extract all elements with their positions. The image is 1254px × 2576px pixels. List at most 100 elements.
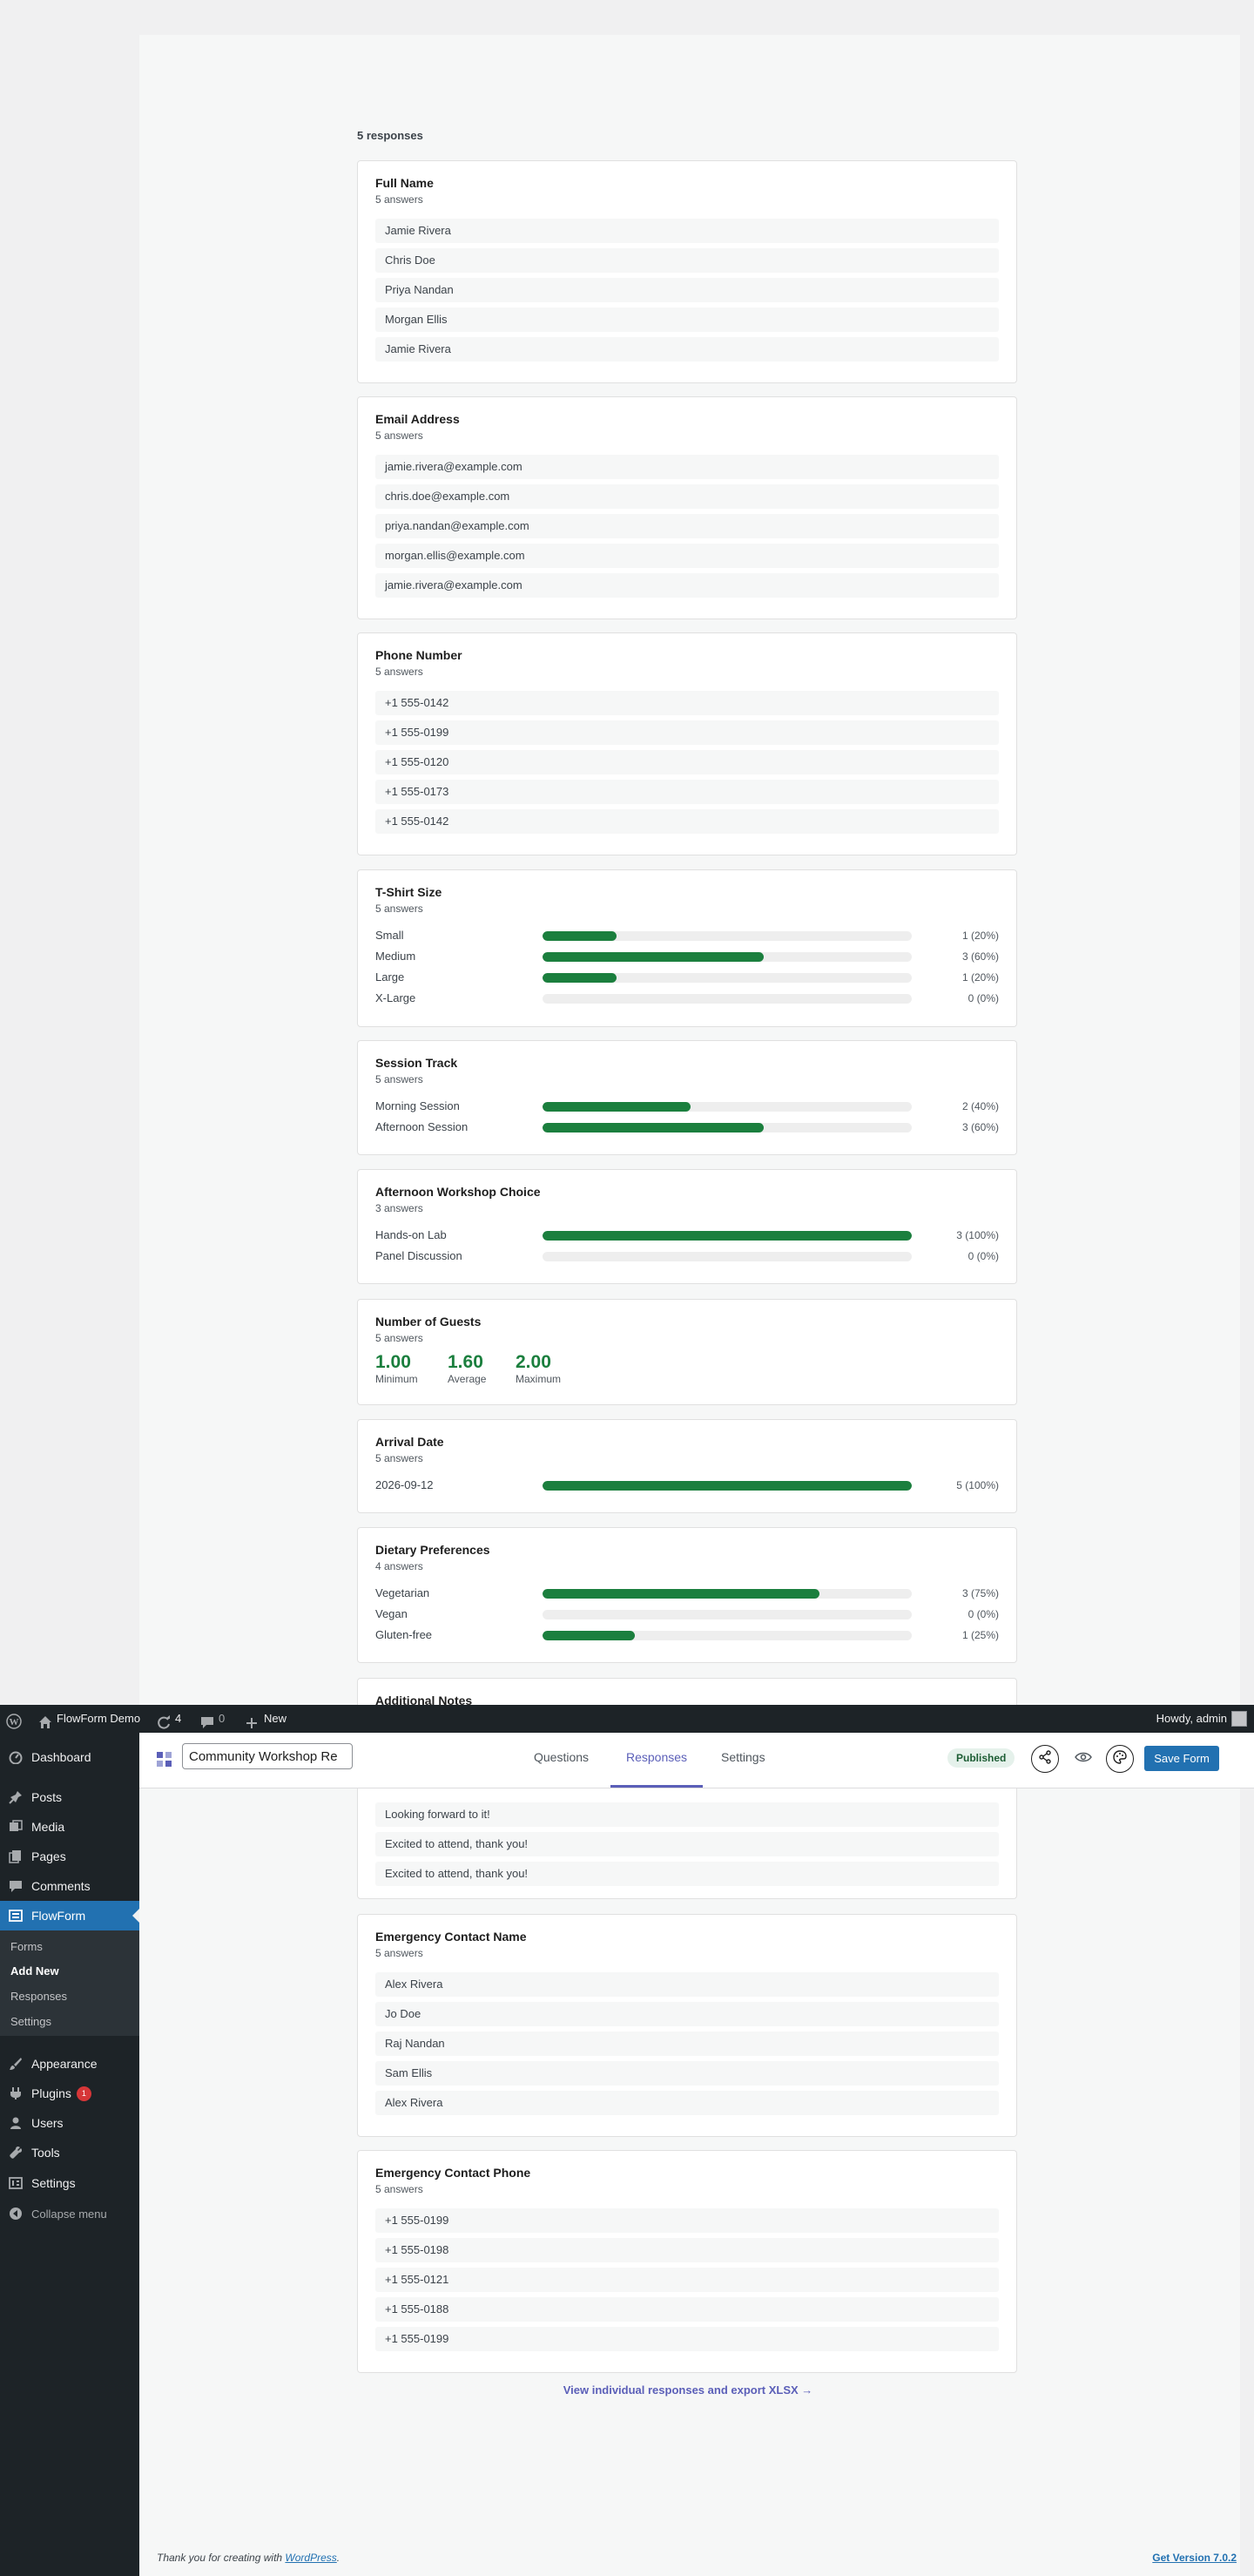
sidebar-item-posts[interactable]: Posts xyxy=(0,1782,139,1812)
form-icon xyxy=(7,1907,24,1924)
save-form-button[interactable]: Save Form xyxy=(1144,1746,1219,1771)
option-row: 2026-09-12 5 (100%) xyxy=(375,1477,999,1493)
answer-list: Looking forward to it! Excited to attend… xyxy=(375,1802,999,1891)
answer-item: Excited to attend, thank you! xyxy=(375,1832,999,1856)
option-row: Afternoon Session 3 (60%) xyxy=(375,1119,999,1135)
sidebar-item-media[interactable]: Media xyxy=(0,1812,139,1842)
wordpress-logo-menu[interactable]: W xyxy=(6,1705,22,1733)
sidebar-item-label: Tools xyxy=(31,2146,60,2160)
option-label: Small xyxy=(375,929,404,942)
updates-link[interactable]: 4 xyxy=(157,1705,181,1733)
submenu-settings[interactable]: Settings xyxy=(10,2015,51,2028)
stat-value: 1.00 xyxy=(375,1352,411,1372)
get-version-link[interactable]: Get Version 7.0.2 xyxy=(1152,2552,1237,2564)
updates-count: 4 xyxy=(175,1712,182,1725)
question-card-ec-name: Emergency Contact Name 5 answers Alex Ri… xyxy=(357,1914,1017,2137)
comment-bubble-icon xyxy=(200,1712,214,1728)
sidebar-item-label: FlowForm xyxy=(31,1909,86,1923)
form-title-input[interactable] xyxy=(182,1743,353,1769)
preview-button[interactable] xyxy=(1069,1745,1097,1773)
sidebar-item-settings[interactable]: Settings xyxy=(0,2168,139,2198)
tab-responses[interactable]: Responses xyxy=(610,1733,703,1788)
option-value: 2 (40%) xyxy=(961,1100,999,1112)
question-title: Email Address xyxy=(375,412,460,426)
stat-label: Average xyxy=(448,1373,487,1385)
submenu-add-new[interactable]: Add New xyxy=(10,1964,59,1978)
view-link-text[interactable]: View individual responses and export XLS… xyxy=(563,2383,813,2397)
answer-item: Looking forward to it! xyxy=(375,1802,999,1827)
style-button[interactable] xyxy=(1106,1745,1134,1773)
status-badge: Published xyxy=(947,1748,1015,1768)
sidebar-item-label: Collapse menu xyxy=(31,2207,107,2221)
footer-thanks-prefix: Thank you for creating with xyxy=(157,2552,283,2564)
answer-item: Jamie Rivera xyxy=(375,337,999,362)
my-account-menu[interactable]: Howdy, admin xyxy=(1156,1705,1247,1733)
option-label: Hands-on Lab xyxy=(375,1228,447,1241)
question-card-arrival: Arrival Date 5 answers 2026-09-12 5 (100… xyxy=(357,1419,1017,1513)
current-menu-arrow xyxy=(132,1909,139,1923)
sidebar-item-plugins[interactable]: Plugins 1 xyxy=(0,2079,139,2108)
sidebar-item-dashboard[interactable]: Dashboard xyxy=(0,1742,139,1772)
option-value: 3 (60%) xyxy=(961,950,999,963)
sidebar-item-pages[interactable]: Pages xyxy=(0,1842,139,1871)
sidebar-item-appearance[interactable]: Appearance xyxy=(0,2049,139,2079)
answer-item: Jo Doe xyxy=(375,2002,999,2026)
option-label: Medium xyxy=(375,950,416,963)
question-title: Emergency Contact Phone xyxy=(375,2166,531,2180)
option-label: Gluten-free xyxy=(375,1628,433,1641)
user-icon xyxy=(7,2114,24,2132)
answer-item: jamie.rivera@example.com xyxy=(375,573,999,598)
pin-icon xyxy=(7,1788,24,1806)
answer-item: +1 555-0199 xyxy=(375,2327,999,2351)
site-name-link[interactable]: FlowForm Demo xyxy=(38,1705,140,1733)
sidebar-collapse-menu[interactable]: Collapse menu xyxy=(0,2199,139,2228)
question-card-ec-phone: Emergency Contact Phone 5 answers +1 555… xyxy=(357,2150,1017,2373)
option-bar-fill xyxy=(543,1102,691,1112)
view-individual-responses-link[interactable]: View individual responses and export XLS… xyxy=(357,2383,1019,2397)
footer-thanks-suffix: . xyxy=(336,2552,340,2564)
sidebar-item-label: Dashboard xyxy=(31,1750,91,1764)
option-label: Vegan xyxy=(375,1607,408,1620)
option-bar-fill xyxy=(543,973,617,983)
tab-settings[interactable]: Settings xyxy=(721,1733,765,1788)
option-value: 1 (20%) xyxy=(961,930,999,942)
avatar xyxy=(1231,1711,1247,1727)
footer-thanks: Thank you for creating with WordPress. xyxy=(157,2552,340,2564)
option-row: Small 1 (20%) xyxy=(375,928,999,943)
sidebar-item-comments[interactable]: Comments xyxy=(0,1871,139,1901)
sidebar-item-users[interactable]: Users xyxy=(0,2108,139,2138)
wordpress-logo-icon: W xyxy=(6,1712,22,1729)
new-label: New xyxy=(264,1712,287,1725)
option-bar-track xyxy=(543,1631,912,1640)
answer-item: +1 555-0142 xyxy=(375,809,999,834)
wordpress-link[interactable]: WordPress xyxy=(285,2552,336,2564)
answer-item: priya.nandan@example.com xyxy=(375,514,999,538)
submenu-forms[interactable]: Forms xyxy=(10,1940,43,1953)
new-content-link[interactable]: New xyxy=(246,1705,287,1733)
answer-count: 5 answers xyxy=(375,1332,423,1344)
answer-item: Excited to attend, thank you! xyxy=(375,1862,999,1886)
tab-questions[interactable]: Questions xyxy=(534,1733,589,1788)
stat-value: 1.60 xyxy=(448,1352,483,1372)
question-title: Dietary Preferences xyxy=(375,1543,490,1557)
comments-link[interactable]: 0 xyxy=(200,1705,225,1733)
answer-count: 4 answers xyxy=(375,1560,423,1572)
share-button[interactable] xyxy=(1031,1745,1059,1773)
question-card-full-name: Full Name 5 answers Jamie Rivera Chris D… xyxy=(357,160,1017,383)
option-bar-track xyxy=(543,1231,912,1241)
option-value: 1 (20%) xyxy=(961,971,999,984)
sidebar-item-tools[interactable]: Tools xyxy=(0,2138,139,2167)
updates-icon xyxy=(157,1712,171,1729)
option-value: 0 (0%) xyxy=(967,992,999,1004)
option-bar-track xyxy=(543,1252,912,1261)
option-bar-track xyxy=(543,973,912,983)
palette-icon xyxy=(1113,1749,1127,1768)
pages-icon xyxy=(7,1848,24,1865)
option-row: Panel Discussion 0 (0%) xyxy=(375,1248,999,1264)
answer-item: +1 555-0142 xyxy=(375,691,999,715)
sidebar-item-flowform[interactable]: FlowForm xyxy=(0,1901,139,1930)
option-bar-track xyxy=(543,1610,912,1619)
submenu-responses[interactable]: Responses xyxy=(10,1990,67,2003)
answer-item: Sam Ellis xyxy=(375,2061,999,2086)
question-card-email: Email Address 5 answers jamie.rivera@exa… xyxy=(357,396,1017,619)
